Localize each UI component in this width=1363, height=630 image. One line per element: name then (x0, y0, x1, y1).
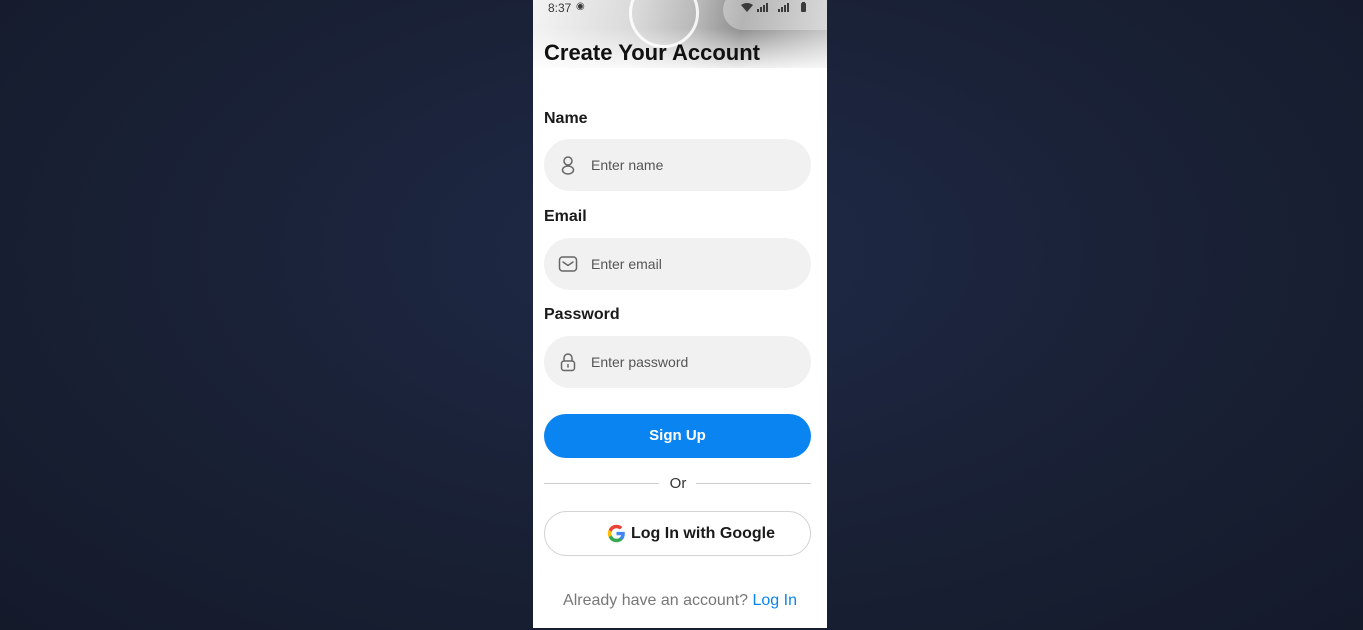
email-input[interactable] (591, 238, 801, 290)
google-icon (607, 524, 625, 543)
page-title: Create Your Account (544, 40, 760, 65)
status-bar: 8:37 ◉ (533, 0, 827, 15)
name-field[interactable] (544, 139, 811, 191)
login-prompt: Already have an account? Log In (533, 592, 827, 610)
signal-icon (756, 3, 768, 12)
password-input[interactable] (591, 336, 801, 388)
signal-icon (778, 3, 790, 12)
signup-screen: 8:37 ◉ Create Your Account Name Email Pa… (533, 0, 827, 628)
divider-left (544, 483, 659, 484)
password-label: Password (544, 306, 620, 323)
email-label: Email (544, 208, 587, 225)
or-separator: Or (669, 475, 687, 492)
eye-icon: ◉ (576, 1, 585, 12)
name-input[interactable] (591, 139, 801, 191)
google-login-button[interactable]: Log In with Google (544, 511, 811, 556)
status-icons (741, 2, 807, 14)
lock-icon (560, 353, 576, 372)
login-prompt-text: Already have an account? (563, 592, 749, 609)
log-in-link[interactable]: Log In (752, 592, 796, 609)
battery-icon (801, 2, 806, 12)
divider-right (696, 483, 811, 484)
name-label: Name (544, 110, 588, 127)
wifi-icon (741, 3, 754, 12)
sign-up-button[interactable]: Sign Up (544, 414, 811, 458)
password-field[interactable] (544, 336, 811, 388)
status-time: 8:37 (548, 1, 572, 15)
email-field[interactable] (544, 238, 811, 290)
google-login-label: Log In with Google (631, 525, 775, 542)
mail-icon (558, 256, 578, 272)
user-icon (561, 156, 575, 175)
